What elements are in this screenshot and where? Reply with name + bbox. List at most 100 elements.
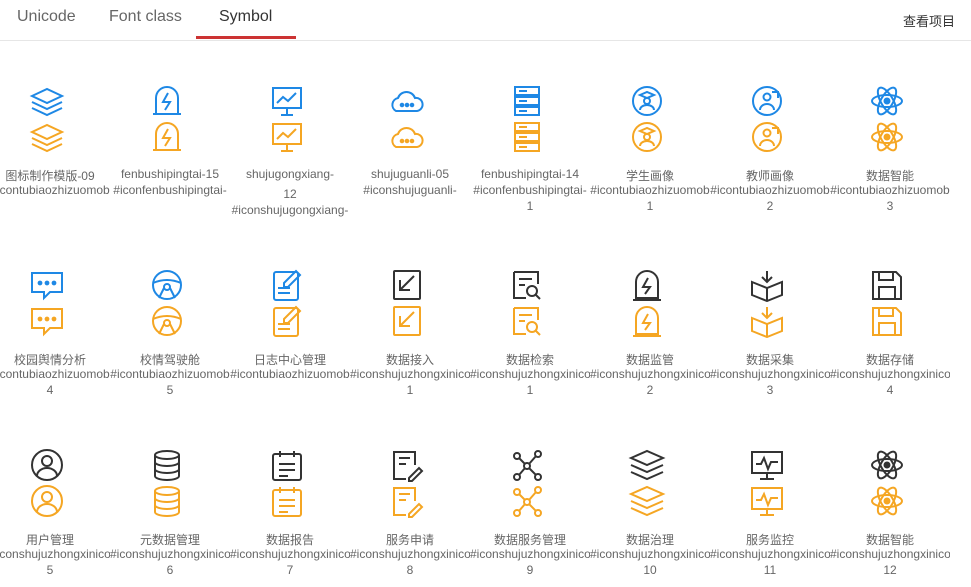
symbol-code: #icontubiaozhizuomob [110,367,230,381]
symbol-card: 数据智能 #iconshujuzhongxinicon 12 [830,447,950,587]
atom-icon [867,83,907,119]
symbol-name: fenbushipingtai-15 [120,167,220,181]
atom-icon [867,119,907,155]
symbol-code-suffix: 7 [286,563,294,577]
active-tab-underline [196,36,296,39]
symbol-card: shujuguanli-05 #iconshujuguanli- [350,83,470,223]
layers-stack-icon [27,83,67,119]
symbol-name: 数据检索 [505,353,554,367]
symbol-card: 数据采集 #iconshujuzhongxinicon 3 [710,267,830,407]
chat-dots-icon [27,267,67,303]
user-round-icon [27,483,67,519]
symbol-code: #iconshujuzhongxinicon [350,547,470,561]
symbol-code-suffix: 1 [406,383,414,397]
symbol-card: 数据监管 #iconshujuzhongxinicon 2 [590,267,710,407]
symbol-code-suffix: 1 [646,199,654,213]
layers-stack-icon [27,119,67,155]
symbol-code: #iconfenbushipingtai- [473,183,587,197]
symbol-name: 用户管理 [25,533,74,547]
form-edit-icon [387,447,427,483]
symbol-card: 数据智能 #icontubiaozhizuomob 3 [830,83,950,223]
tab-font-class[interactable]: Font class [109,8,182,26]
stack-layers-icon [627,483,667,519]
symbol-code: #iconshujuzhongxinicon [710,547,830,561]
symbol-code-suffix: #iconshujugongxiang- [231,203,349,217]
symbol-card: 服务监控 #iconshujuzhongxinicon 11 [710,447,830,587]
calendar-report-icon [267,447,307,483]
symbol-code-suffix: 3 [766,383,774,397]
symbol-code: #iconshujuzhongxinicon [830,367,950,381]
shield-flash-icon [147,119,187,155]
symbol-code: #iconshujuzhongxinicon [350,367,470,381]
server-stack-icon [507,83,547,119]
symbol-card: 数据治理 #iconshujuzhongxinicon 10 [590,447,710,587]
symbol-code: #icontubiaozhizuomob [230,367,350,381]
monitor-pulse-icon [747,483,787,519]
doc-search-icon [507,267,547,303]
symbol-card: 校情驾驶舱 #icontubiaozhizuomob 5 [110,267,230,407]
user-round-icon [27,447,67,483]
arrow-inbox-icon [387,267,427,303]
symbol-code-suffix: 9 [526,563,534,577]
symbol-name: shujuguanli-05 [370,167,450,181]
symbol-card: 数据接入 #iconshujuzhongxinicon 1 [350,267,470,407]
graph-nodes-icon [507,483,547,519]
symbol-card: fenbushipingtai-14 #iconfenbushipingtai- 1 [470,83,590,223]
tab-symbol[interactable]: Symbol [219,8,272,26]
symbol-card: 服务申请 #iconshujuzhongxinicon 8 [350,447,470,587]
symbol-name: 数据服务管理 [493,533,566,547]
symbol-card: 校园舆情分析 #icontubiaozhizuomob 4 [0,267,110,407]
shield-flash-icon [147,83,187,119]
user-circle-hat-icon [627,119,667,155]
symbol-name: 服务申请 [385,533,434,547]
symbol-name: 服务监控 [745,533,794,547]
symbol-code: #iconshujuzhongxinicon [830,547,950,561]
symbol-name: 校情驾驶舱 [139,353,200,367]
symbol-code: #iconshujuzhongxinicon [470,367,590,381]
floppy-icon [867,303,907,339]
server-stack-icon [507,119,547,155]
symbol-code: #iconshujuzhongxinicon [470,547,590,561]
symbol-card: 日志中心管理 #icontubiaozhizuomob [230,267,350,407]
symbol-card: 教师画像 #icontubiaozhizuomob 2 [710,83,830,223]
symbol-code-suffix: 5 [166,383,174,397]
atom-icon [867,447,907,483]
symbol-code: #icontubiaozhizuomob [830,183,950,197]
atom-icon [867,483,907,519]
symbol-code-suffix: 4 [46,383,54,397]
symbol-code: #iconshujuzhongxinicon [110,547,230,561]
view-project-link[interactable]: 查看项目 [903,11,955,30]
symbol-card: fenbushipingtai-15 #iconfenbushipingtai- [110,83,230,223]
presentation-chart-icon [267,83,307,119]
tab-unicode[interactable]: Unicode [17,8,76,26]
cloud-dots-icon [387,119,427,155]
symbol-card: 数据报告 #iconshujuzhongxinicon 7 [230,447,350,587]
symbol-card: shujugongxiang- 12 #iconshujugongxiang- [230,83,350,223]
symbol-name: 数据采集 [745,353,794,367]
symbol-card: 数据服务管理 #iconshujuzhongxinicon 9 [470,447,590,587]
document-edit-icon [267,303,307,339]
document-edit-icon [267,267,307,303]
symbol-name: 数据接入 [385,353,434,367]
symbol-card: 数据存储 #iconshujuzhongxinicon 4 [830,267,950,407]
symbol-card: 学生画像 #icontubiaozhizuomob 1 [590,83,710,223]
user-circle-hat-icon [627,83,667,119]
symbol-card: 数据检索 #iconshujuzhongxinicon 1 [470,267,590,407]
symbol-card: 元数据管理 #iconshujuzhongxinicon 6 [110,447,230,587]
symbol-grid: 图标制作模版-09 #icontubiaozhizuomob fenbushipin… [0,40,971,578]
user-circle-board-icon [747,119,787,155]
symbol-code: 12 [283,187,297,201]
tab-bar: Unicode Font class Symbol 查看项目 [0,0,971,41]
box-download-icon [747,267,787,303]
symbol-code: #icontubiaozhizuomob [0,367,110,381]
symbol-code: #icontubiaozhizuomob [710,183,830,197]
chat-dots-icon [27,303,67,339]
symbol-code: #iconshujuzhongxinicon [590,547,710,561]
stack-layers-icon [627,447,667,483]
arrow-inbox-icon [387,303,427,339]
symbol-name: 数据监管 [625,353,674,367]
symbol-name: shujugongxiang- [245,167,335,181]
symbol-code: #iconfenbushipingtai- [113,183,227,197]
symbol-card: 用户管理#iconshujuzhongxinicon 5 [0,447,110,587]
symbol-code-suffix: 12 [883,563,897,577]
